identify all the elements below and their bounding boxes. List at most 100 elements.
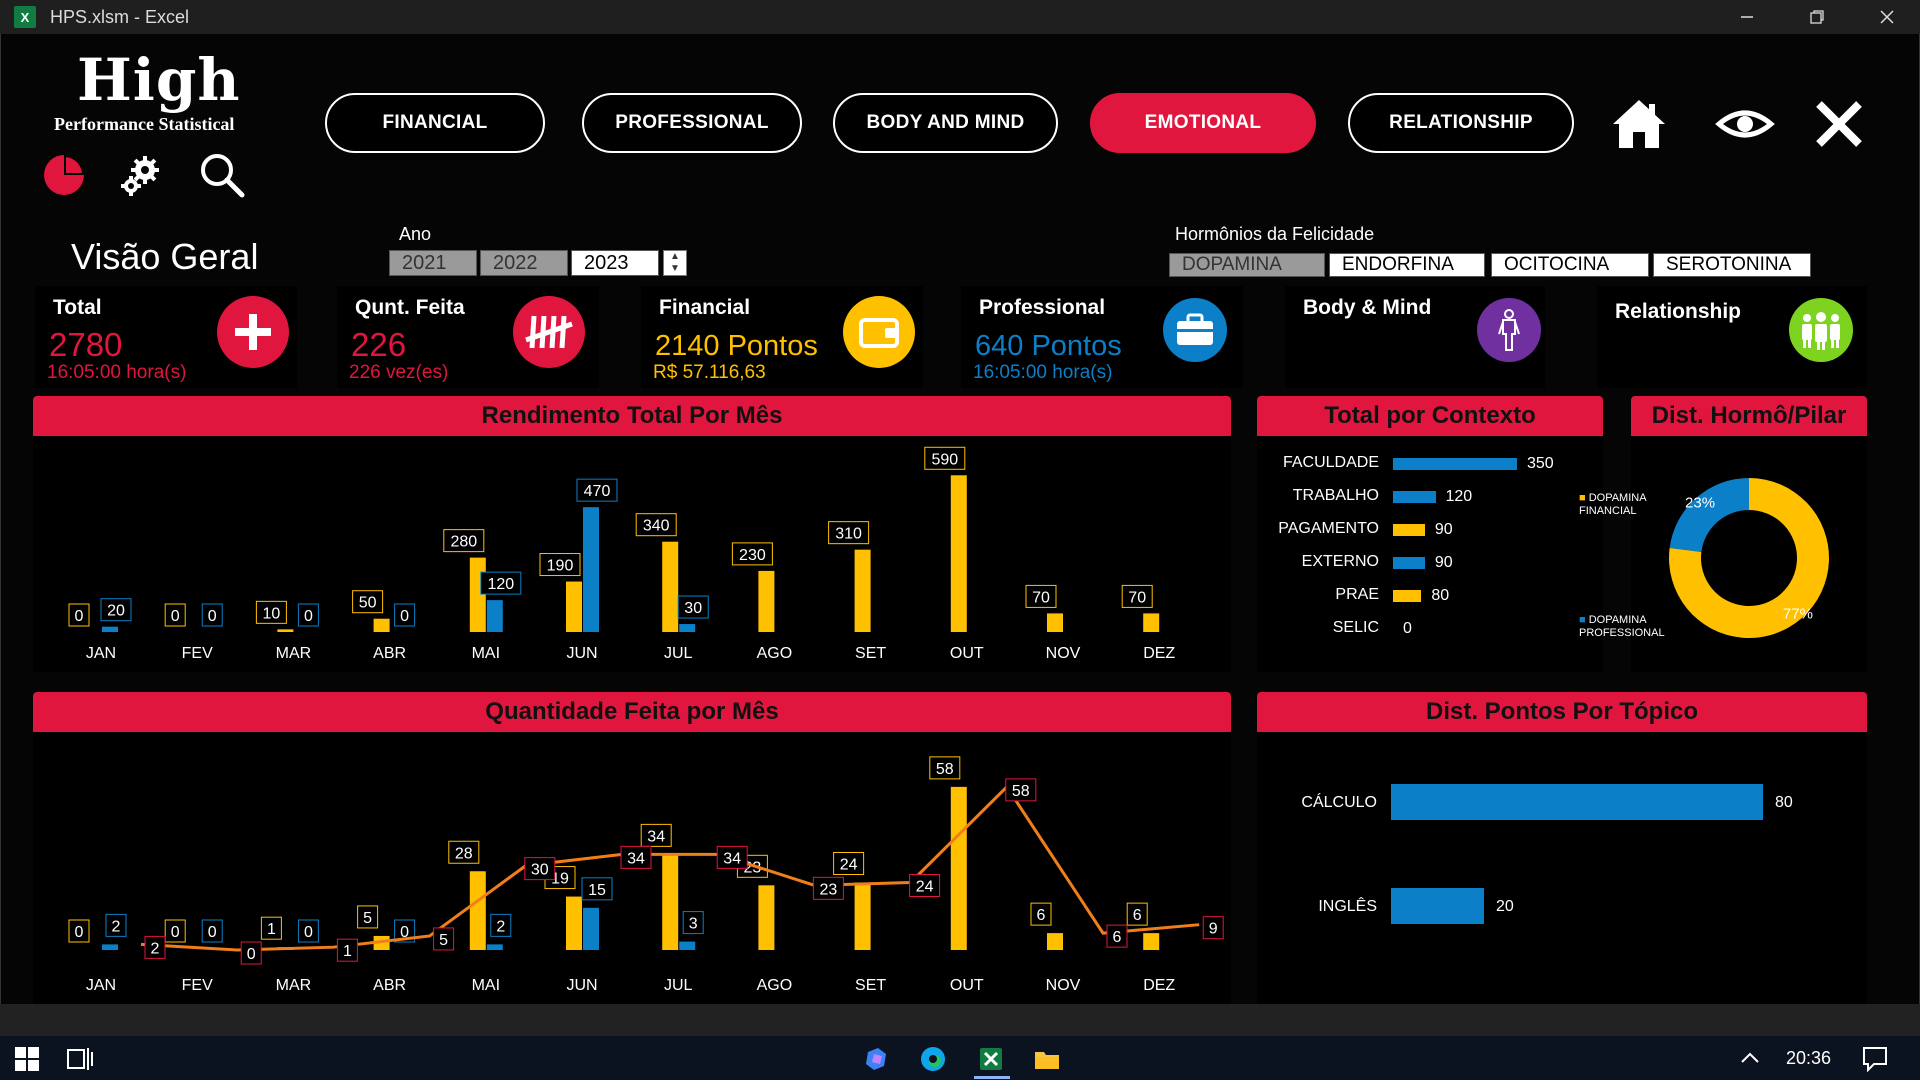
context-bar bbox=[1393, 557, 1425, 569]
chevron-up-icon[interactable] bbox=[1740, 1050, 1760, 1066]
dashboard-area: High Performance Statistical FINANCIAL P… bbox=[0, 34, 1920, 1010]
legend-financial-label: DOPAMINA FINANCIAL bbox=[1579, 492, 1646, 517]
spinner-down-icon[interactable]: ▼ bbox=[670, 263, 680, 274]
nav-professional-button[interactable]: PROFESSIONAL bbox=[582, 93, 802, 153]
bar-data-label: 2 bbox=[112, 918, 121, 935]
x-tick-label: JUN bbox=[566, 977, 597, 994]
bar-data-label: 340 bbox=[643, 518, 670, 535]
monthly-quantity-title: Quantidade Feita por Mês bbox=[33, 692, 1231, 732]
copilot-icon[interactable] bbox=[862, 1044, 892, 1074]
search-icon[interactable] bbox=[197, 150, 247, 200]
year-2021-button[interactable]: 2021 bbox=[389, 250, 477, 276]
hormone-ocitocina-button[interactable]: OCITOCINA bbox=[1491, 253, 1649, 277]
line-data-label: 0 bbox=[247, 946, 256, 963]
topic-bar bbox=[1391, 888, 1484, 924]
title-bar: X HPS.xlsm - Excel bbox=[0, 0, 1920, 34]
context-category-label: PRAE bbox=[1335, 586, 1379, 603]
excel-taskbar-icon[interactable] bbox=[976, 1044, 1006, 1074]
bar-data-label: 2 bbox=[496, 918, 505, 935]
context-total-chart: FACULDADE 350 TRABALHO 120 PAGAMENTO 90 EXTERN… bbox=[1257, 436, 1603, 672]
home-icon[interactable] bbox=[1609, 94, 1669, 154]
bar bbox=[566, 581, 582, 632]
nav-relationship-button[interactable]: RELATIONSHIP bbox=[1348, 93, 1574, 153]
excel-active-indicator bbox=[974, 1076, 1010, 1079]
bar-data-label: 0 bbox=[304, 924, 313, 941]
context-bar-value: 0 bbox=[1403, 620, 1412, 637]
context-bar bbox=[1393, 491, 1436, 503]
minimize-icon bbox=[1741, 16, 1753, 18]
line-data-label: 1 bbox=[343, 943, 352, 960]
pie-chart-icon[interactable] bbox=[39, 150, 89, 200]
bar bbox=[758, 885, 775, 950]
bar-data-label: 70 bbox=[1128, 589, 1146, 606]
excel-app-icon: X bbox=[14, 6, 36, 28]
x-tick-label: AGO bbox=[757, 977, 793, 994]
bar-data-label: 0 bbox=[208, 608, 217, 625]
kpi-financial-card: Financial 2140 Pontos R$ 57.116,63 bbox=[641, 286, 923, 388]
legend-marker-professional: ■ bbox=[1579, 614, 1589, 626]
bar-data-label: 30 bbox=[684, 600, 702, 617]
settings-gear-icon[interactable] bbox=[117, 150, 167, 200]
taskbar-clock[interactable]: 20:36 bbox=[1786, 1048, 1831, 1069]
bar bbox=[583, 507, 599, 632]
nav-body-and-mind-button[interactable]: BODY AND MIND bbox=[833, 93, 1058, 153]
monthly-quantity-chart: JAN0 2FEV0 0MAR1 0ABR50MAI282JUN1915JUL343A… bbox=[68, 756, 1224, 994]
bar bbox=[102, 626, 118, 632]
file-explorer-icon[interactable] bbox=[1032, 1044, 1062, 1074]
close-window-button[interactable] bbox=[1852, 0, 1920, 34]
legend-professional: ■ DOPAMINA PROFESSIONAL bbox=[1579, 614, 1689, 640]
x-tick-label: JAN bbox=[86, 977, 116, 994]
notifications-icon[interactable] bbox=[1860, 1044, 1890, 1072]
bar-data-label: 0 bbox=[171, 608, 180, 625]
bar bbox=[950, 786, 967, 950]
line-data-label: 34 bbox=[627, 850, 645, 867]
eye-icon[interactable] bbox=[1715, 94, 1775, 154]
x-tick-label: DEZ bbox=[1143, 977, 1175, 994]
hormone-dopamina-button[interactable]: DOPAMINA bbox=[1169, 253, 1325, 277]
window-title: HPS.xlsm - Excel bbox=[50, 6, 190, 27]
kpi-relationship-card: Relationship bbox=[1597, 286, 1867, 388]
bar bbox=[662, 541, 679, 632]
bar-data-label: 230 bbox=[739, 547, 766, 564]
monthly-yield-chart: JAN 0 20 FEV 0 0 MAR 10 0 ABR 50 0 MAI 280 120 JUN 190 47… bbox=[68, 446, 1175, 662]
windows-start-icon[interactable] bbox=[14, 1046, 40, 1072]
tally-marks-icon bbox=[513, 296, 585, 368]
bar bbox=[662, 854, 679, 950]
kpi-body-mind-card: Body & Mind bbox=[1285, 286, 1545, 388]
kpi-professional-sub: 16:05:00 hora(s) bbox=[973, 362, 1113, 383]
bar bbox=[469, 557, 486, 632]
restore-button[interactable] bbox=[1782, 0, 1852, 34]
context-category-label: SELIC bbox=[1332, 619, 1379, 636]
kpi-total-sub: 16:05:00 hora(s) bbox=[47, 362, 187, 383]
minimize-button[interactable] bbox=[1712, 0, 1782, 34]
bar-data-label: 6 bbox=[1037, 907, 1046, 924]
spinner-up-icon[interactable]: ▲ bbox=[670, 251, 680, 262]
bar-data-label: 50 bbox=[359, 595, 377, 612]
hormone-serotonina-button[interactable]: SEROTONINA bbox=[1653, 253, 1811, 277]
x-tick-label: OUT bbox=[950, 645, 984, 662]
context-bar-value: 80 bbox=[1431, 587, 1450, 604]
topic-bar-value: 20 bbox=[1496, 898, 1514, 915]
year-2022-button[interactable]: 2022 bbox=[480, 250, 568, 276]
bar bbox=[102, 944, 118, 950]
task-view-icon[interactable] bbox=[66, 1046, 94, 1072]
donut-value-label: 23% bbox=[1685, 494, 1715, 511]
hormone-endorfina-button[interactable]: ENDORFINA bbox=[1329, 253, 1485, 277]
topic-points-panel: Dist. Pontos Por Tópico CÁLCULO 80 INGLÊS 2… bbox=[1257, 692, 1867, 1010]
close-dashboard-icon[interactable] bbox=[1809, 94, 1869, 154]
year-spinner[interactable]: ▲ ▼ bbox=[663, 250, 687, 276]
bar-data-label: 0 bbox=[400, 608, 409, 625]
bar-data-label: 58 bbox=[936, 761, 954, 778]
year-2023-button[interactable]: 2023 bbox=[571, 250, 659, 276]
x-tick-label: MAI bbox=[472, 977, 500, 994]
bar-data-label: 34 bbox=[647, 828, 665, 845]
x-tick-label: FEV bbox=[182, 977, 213, 994]
bar-data-label: 0 bbox=[208, 924, 217, 941]
bar bbox=[1047, 933, 1063, 950]
bar-data-label: 10 bbox=[263, 605, 281, 622]
nav-emotional-button[interactable]: EMOTIONAL bbox=[1090, 93, 1316, 153]
nav-financial-button[interactable]: FINANCIAL bbox=[325, 93, 545, 153]
x-tick-label: JAN bbox=[86, 645, 116, 662]
edge-browser-icon[interactable] bbox=[918, 1044, 948, 1074]
line-data-label: 23 bbox=[820, 881, 838, 898]
